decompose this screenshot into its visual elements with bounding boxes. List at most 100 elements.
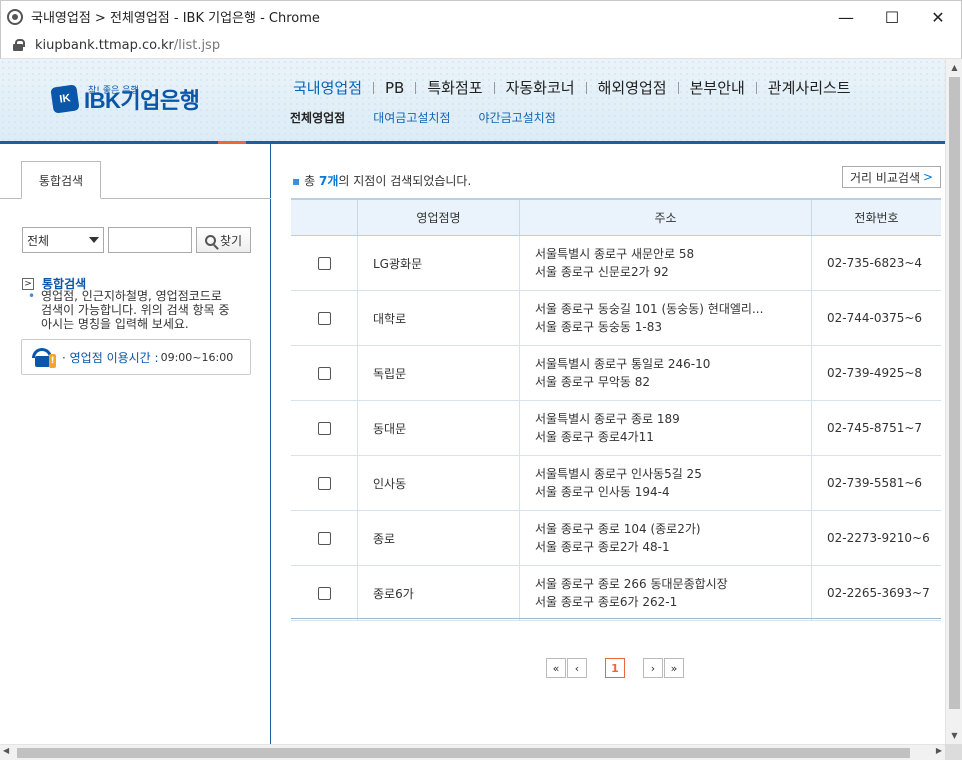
- minimize-button[interactable]: —: [823, 1, 869, 33]
- branch-address: 서울특별시 종로구 통일로 246-10 서울 종로구 무악동 82: [519, 346, 811, 400]
- branch-address: 서울특별시 종로구 종로 189 서울 종로구 종로4가11: [519, 401, 811, 455]
- branch-name[interactable]: 대학로: [357, 291, 519, 345]
- road-address: 서울 종로구 종로 104 (종로2가): [535, 522, 701, 536]
- branch-name[interactable]: 독립문: [357, 346, 519, 400]
- search-panel: 통합검색 전체 찾기 > 통합검색 영업점, 인근지하철명, 영업점코드로 검색…: [0, 144, 271, 744]
- tab-integrated-search[interactable]: 통합검색: [21, 161, 101, 199]
- row-select-cell: [291, 401, 357, 455]
- row-checkbox[interactable]: [317, 476, 331, 490]
- info-description: 영업점, 인근지하철명, 영업점코드로 검색이 가능합니다. 위의 검색 항목 …: [28, 289, 250, 331]
- lock-icon[interactable]: [13, 39, 25, 51]
- result-suffix: 의 지점이 검색되었습니다.: [338, 174, 472, 188]
- search-category-select[interactable]: 전체: [22, 227, 104, 253]
- horizontal-scroll-thumb[interactable]: [17, 748, 910, 758]
- lot-address: 서울 종로구 동숭동 1-83: [535, 320, 662, 334]
- table-row: LG광화문 서울특별시 종로구 새문안로 58 서울 종로구 신문로2가 92 02-…: [291, 236, 941, 291]
- horizontal-scrollbar[interactable]: ◀ ▶: [0, 744, 945, 760]
- branch-name[interactable]: LG광화문: [357, 236, 519, 290]
- hours-value: 09:00~16:00: [160, 350, 234, 364]
- branch-name[interactable]: 종로: [357, 511, 519, 565]
- table-body: LG광화문 서울특별시 종로구 새문안로 58 서울 종로구 신문로2가 92 02-…: [291, 236, 941, 621]
- result-prefix: 총: [304, 174, 316, 188]
- row-checkbox[interactable]: [317, 366, 331, 380]
- nav-overseas-branches[interactable]: 해외영업점: [587, 77, 678, 98]
- road-address: 서울특별시 종로구 인사동5길 25: [535, 467, 702, 481]
- address-bar[interactable]: kiupbank.ttmap.co.kr/list.jsp: [0, 32, 962, 59]
- logo-slogan: 참! 좋은 은행: [88, 86, 139, 96]
- table-header: 영업점명 주소 전화번호: [291, 200, 941, 236]
- road-address: 서울특별시 종로구 통일로 246-10: [535, 357, 711, 371]
- page-next-button[interactable]: ›: [643, 658, 663, 678]
- arrow-right-icon: >: [22, 277, 34, 290]
- search-input[interactable]: [108, 227, 192, 253]
- subnav-all-branches[interactable]: 전체영업점: [290, 109, 345, 126]
- nav-atm-corners[interactable]: 자동화코너: [495, 77, 586, 98]
- scroll-left-arrow[interactable]: ◀: [3, 746, 9, 755]
- table-row: 종로 서울 종로구 종로 104 (종로2가) 서울 종로구 종로2가 48-1 02…: [291, 511, 941, 566]
- info-line: 영업점, 인근지하철명, 영업점코드로: [41, 289, 222, 303]
- find-button[interactable]: 찾기: [196, 227, 251, 253]
- scroll-up-arrow[interactable]: ▲: [946, 59, 962, 76]
- row-checkbox[interactable]: [317, 256, 331, 270]
- close-button[interactable]: ✕: [915, 1, 961, 33]
- url-text[interactable]: kiupbank.ttmap.co.kr/list.jsp: [35, 38, 220, 53]
- col-header-name: 영업점명: [357, 200, 519, 235]
- branch-table: 영업점명 주소 전화번호 LG광화문 서울특별시 종로구 새문안로 58 서울 종로…: [291, 198, 941, 621]
- branch-phone: 02-744-0375~6: [811, 291, 941, 345]
- info-line: 검색이 가능합니다. 위의 검색 항목 중: [41, 303, 230, 317]
- nav-headquarters[interactable]: 본부안내: [679, 77, 756, 98]
- pagination: « ‹ 1 › »: [546, 658, 684, 678]
- page-prev-button[interactable]: ‹: [567, 658, 587, 678]
- branch-address: 서울특별시 종로구 새문안로 58 서울 종로구 신문로2가 92: [519, 236, 811, 290]
- main-nav: 국내영업점 PB 특화점포 자동화코너 해외영업점 본부안내 관계사리스트: [282, 77, 862, 98]
- branch-address: 서울 종로구 동숭길 101 (동숭동) 현대엘리... 서울 종로구 동숭동 1…: [519, 291, 811, 345]
- road-address: 서울특별시 종로구 새문안로 58: [535, 247, 695, 261]
- row-checkbox[interactable]: [317, 421, 331, 435]
- nav-affiliates[interactable]: 관계사리스트: [757, 77, 862, 98]
- row-checkbox[interactable]: [317, 531, 331, 545]
- chrome-page-icon: [7, 8, 23, 25]
- vertical-scrollbar[interactable]: ▲ ▼: [945, 59, 962, 744]
- table-bottom-line: [291, 618, 941, 619]
- window-titlebar: 국내영업점 > 전체영업점 - IBK 기업은행 - Chrome — ☐ ✕: [0, 0, 962, 32]
- phone-icon: !: [30, 344, 56, 370]
- branch-phone: 02-739-4925~8: [811, 346, 941, 400]
- compare-button-label: 거리 비교검색: [849, 170, 920, 185]
- ibk-logo-icon: IK: [50, 84, 80, 114]
- find-button-label: 찾기: [219, 233, 243, 248]
- branch-address: 서울 종로구 종로 266 동대문종합시장 서울 종로구 종로6가 262-1: [519, 566, 811, 620]
- branch-phone: 02-745-8751~7: [811, 401, 941, 455]
- scroll-down-arrow[interactable]: ▼: [946, 727, 962, 744]
- branch-name[interactable]: 종로6가: [357, 566, 519, 620]
- row-select-cell: [291, 456, 357, 510]
- sub-nav: 전체영업점 대여금고설치점 야간금고설치점: [290, 109, 584, 126]
- page-current[interactable]: 1: [605, 658, 625, 678]
- col-header-select: [291, 200, 357, 235]
- row-checkbox[interactable]: [317, 311, 331, 325]
- page-last-button[interactable]: »: [664, 658, 684, 678]
- subnav-safe-deposit[interactable]: 대여금고설치점: [373, 109, 450, 126]
- scroll-right-arrow[interactable]: ▶: [936, 746, 942, 755]
- nav-domestic-branches[interactable]: 국내영업점: [282, 77, 373, 98]
- lot-address: 서울 종로구 종로6가 262-1: [535, 595, 678, 609]
- exclamation-badge: !: [49, 354, 56, 368]
- page-first-button[interactable]: «: [546, 658, 566, 678]
- search-category-value: 전체: [27, 233, 50, 248]
- lot-address: 서울 종로구 인사동 194-4: [535, 485, 670, 499]
- branch-phone: 02-2273-9210~6: [811, 511, 941, 565]
- road-address: 서울특별시 종로구 종로 189: [535, 412, 680, 426]
- hours-label: · 영업점 이용시간 :: [62, 350, 159, 365]
- table-row: 대학로 서울 종로구 동숭길 101 (동숭동) 현대엘리... 서울 종로구 동숭…: [291, 291, 941, 346]
- row-checkbox[interactable]: [317, 586, 331, 600]
- vertical-scroll-thumb[interactable]: [949, 77, 960, 709]
- row-select-cell: [291, 346, 357, 400]
- branch-name[interactable]: 동대문: [357, 401, 519, 455]
- branch-name[interactable]: 인사동: [357, 456, 519, 510]
- nav-pb[interactable]: PB: [374, 79, 415, 97]
- site-header: IK IBK기업은행 참! 좋은 은행 국내영업점 PB 특화점포 자동화코너 …: [0, 59, 945, 144]
- subnav-night-depository[interactable]: 야간금고설치점: [478, 109, 555, 126]
- distance-compare-button[interactable]: 거리 비교검색 >: [842, 166, 941, 188]
- nav-special-branches[interactable]: 특화점포: [416, 77, 493, 98]
- window-controls: — ☐ ✕: [823, 1, 961, 33]
- maximize-button[interactable]: ☐: [869, 1, 915, 33]
